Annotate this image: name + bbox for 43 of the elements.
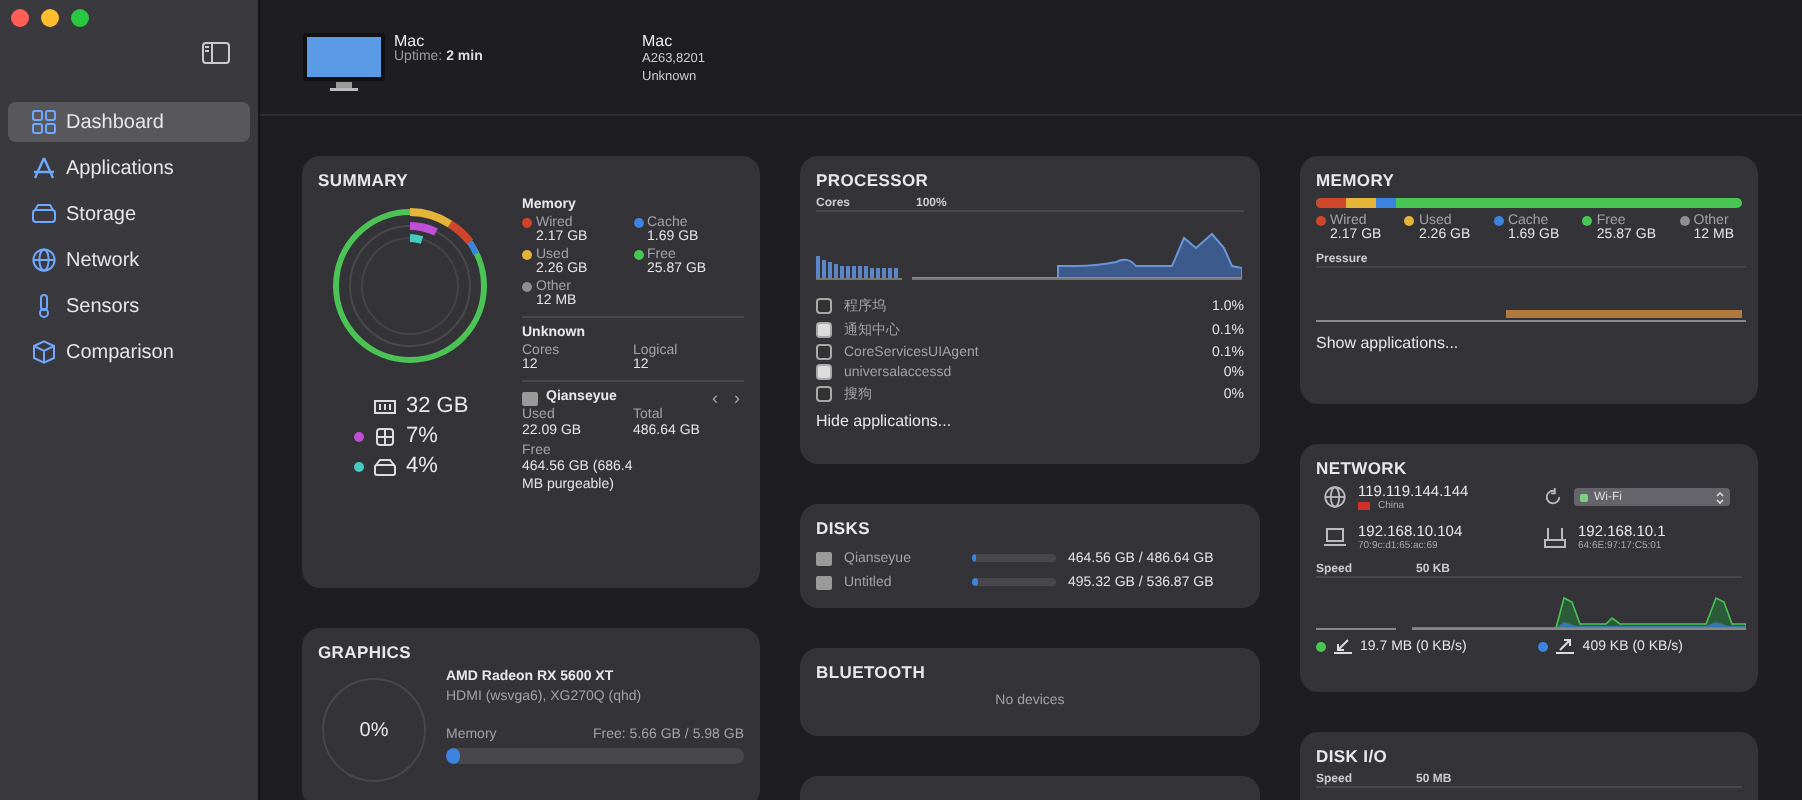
refresh-icon[interactable] xyxy=(1544,488,1562,506)
card-title: PROCESSOR xyxy=(816,170,931,190)
card-title: GRAPHICS xyxy=(318,642,413,662)
stat-value: 4% xyxy=(406,454,440,478)
usage-gauge: 0% xyxy=(322,678,426,782)
sidebar-item[interactable]: Applications xyxy=(8,148,250,188)
stat-value: 32 GB xyxy=(406,394,471,418)
hide-applications-link[interactable]: Hide applications... xyxy=(816,412,1244,430)
chevron-updown-icon xyxy=(1716,491,1724,503)
sidebar-item[interactable]: Network xyxy=(8,240,250,280)
cube-icon xyxy=(32,340,56,364)
show-applications-link[interactable]: Show applications... xyxy=(1316,334,1742,352)
download-icon xyxy=(1334,638,1352,654)
card-title: SUMMARY xyxy=(318,170,410,190)
sidebar-toggle-icon[interactable] xyxy=(202,42,230,64)
previous-button[interactable]: ‹ xyxy=(708,390,722,408)
memory-chip-icon xyxy=(374,397,396,415)
sidebar-item[interactable]: Storage xyxy=(8,194,250,234)
device-name: Mac xyxy=(642,32,675,50)
card-title: DISKS xyxy=(816,518,872,538)
globe-icon xyxy=(1324,486,1346,508)
flag-icon xyxy=(1358,502,1370,510)
grid-icon xyxy=(32,110,56,134)
drive-icon xyxy=(32,202,56,226)
globe-icon xyxy=(32,248,56,272)
sidebar-item[interactable]: Sensors xyxy=(8,286,250,326)
model-name: Mac xyxy=(394,32,425,50)
cpu-icon xyxy=(374,427,396,445)
drive-icon xyxy=(374,457,396,475)
router-icon xyxy=(1544,527,1566,547)
next-button[interactable]: › xyxy=(730,390,744,408)
sidebar-item[interactable]: Comparison xyxy=(8,332,250,372)
card-title: NETWORK xyxy=(1316,458,1409,478)
upload-icon xyxy=(1556,638,1575,654)
monitor-icon xyxy=(302,32,386,92)
laptop-icon xyxy=(1324,528,1346,546)
sidebar-item[interactable]: Dashboard xyxy=(8,102,250,142)
card-title: DISK I/O xyxy=(1316,746,1390,766)
drive-icon xyxy=(522,392,538,406)
app-store-icon xyxy=(32,156,56,180)
card-title: BLUETOOTH xyxy=(816,662,928,682)
card-title: MEMORY xyxy=(1316,170,1397,190)
stat-value: 7% xyxy=(406,424,440,448)
